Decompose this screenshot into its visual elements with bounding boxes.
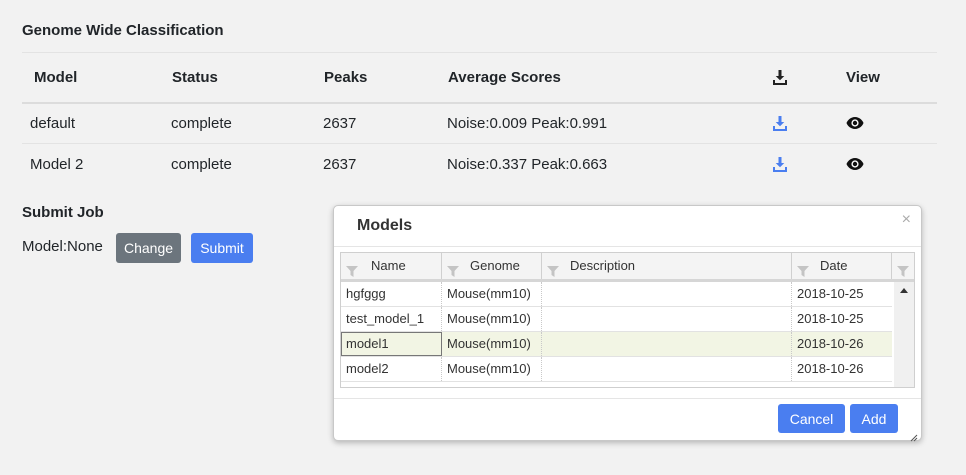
table-header-row: Model Status Peaks Average Scores View: [22, 52, 937, 103]
grid-row[interactable]: model2 Mouse(mm10) 2018-10-26: [341, 357, 892, 382]
grid-cell-genome[interactable]: Mouse(mm10): [442, 282, 542, 306]
grid-cell-name[interactable]: model1: [341, 332, 442, 356]
dialog-title: Models: [357, 217, 413, 234]
cell-average-scores: Noise:0.009 Peak:0.991: [447, 114, 608, 132]
grid-col-genome-label: Genome: [470, 258, 520, 273]
grid-cell-description[interactable]: [542, 307, 792, 331]
grid-row[interactable]: hgfggg Mouse(mm10) 2018-10-25: [341, 282, 892, 307]
eye-icon[interactable]: [846, 157, 936, 171]
grid-scrollbar[interactable]: [894, 282, 914, 387]
cell-model: default: [30, 114, 76, 132]
grid-cell-date[interactable]: 2018-10-25: [792, 307, 892, 331]
grid-body: hgfggg Mouse(mm10) 2018-10-25 test_model…: [341, 282, 892, 382]
download-icon[interactable]: [772, 115, 844, 132]
col-header-average-scores[interactable]: Average Scores: [447, 53, 771, 103]
col-header-peaks[interactable]: Peaks: [323, 53, 447, 103]
add-button[interactable]: Add: [850, 404, 898, 433]
change-button[interactable]: Change: [116, 233, 181, 263]
grid-cell-description[interactable]: [542, 332, 792, 356]
divider: [334, 398, 921, 399]
grid-cell-name[interactable]: test_model_1: [341, 307, 442, 331]
grid-col-name[interactable]: Name: [341, 253, 442, 279]
table-row: default complete 2637 Noise:0.009 Peak:0…: [22, 103, 937, 144]
col-header-model[interactable]: Model: [22, 53, 171, 103]
grid-row-selected[interactable]: model1 Mouse(mm10) 2018-10-26: [341, 332, 892, 357]
col-header-status[interactable]: Status: [171, 53, 323, 103]
grid-col-extra[interactable]: [892, 253, 914, 279]
grid-header: Name Genome Description Date: [341, 253, 914, 282]
grid-col-date[interactable]: Date: [792, 253, 892, 279]
grid-col-name-label: Name: [371, 258, 406, 273]
grid-cell-genome[interactable]: Mouse(mm10): [442, 307, 542, 331]
grid-col-genome[interactable]: Genome: [442, 253, 542, 279]
grid-col-date-label: Date: [820, 258, 848, 273]
cell-model: Model 2: [30, 155, 84, 173]
selected-model-label: Model:None: [22, 238, 103, 255]
grid-row[interactable]: test_model_1 Mouse(mm10) 2018-10-25: [341, 307, 892, 332]
cell-status: complete: [171, 155, 232, 173]
view-cell: [845, 103, 937, 144]
models-dialog: Models × Name Genome Description Date hg…: [333, 205, 922, 442]
download-cell: [771, 144, 845, 185]
grid-col-description-label: Description: [570, 258, 636, 273]
col-header-view: View: [846, 68, 880, 86]
grid-cell-name[interactable]: model2: [341, 357, 442, 381]
cell-peaks: 2637: [323, 114, 357, 132]
resize-grip-icon[interactable]: [910, 429, 918, 442]
grid-cell-genome[interactable]: Mouse(mm10): [442, 332, 542, 356]
grid-cell-description[interactable]: [542, 282, 792, 306]
grid-cell-description[interactable]: [542, 357, 792, 381]
cell-average-scores: Noise:0.337 Peak:0.663: [447, 155, 608, 173]
classification-table: Model Status Peaks Average Scores View d…: [22, 52, 937, 185]
table-row: Model 2 complete 2637 Noise:0.337 Peak:0…: [22, 144, 937, 185]
col-header-download: [771, 53, 845, 103]
models-grid: Name Genome Description Date hgfggg Mous…: [340, 252, 915, 388]
submit-job-title: Submit Job: [22, 204, 104, 221]
grid-cell-name[interactable]: hgfggg: [341, 282, 442, 306]
view-cell: [845, 144, 937, 185]
cancel-button[interactable]: Cancel: [778, 404, 845, 433]
grid-cell-date[interactable]: 2018-10-25: [792, 282, 892, 306]
submit-button[interactable]: Submit: [191, 233, 253, 263]
grid-cell-date[interactable]: 2018-10-26: [792, 332, 892, 356]
eye-icon[interactable]: [846, 116, 936, 130]
arrow-up-icon[interactable]: [900, 288, 908, 293]
close-icon[interactable]: ×: [902, 211, 911, 229]
download-cell: [771, 103, 845, 144]
divider: [334, 246, 921, 247]
cell-status: complete: [171, 114, 232, 132]
grid-cell-date[interactable]: 2018-10-26: [792, 357, 892, 381]
section-title: Genome Wide Classification: [22, 22, 224, 39]
grid-cell-genome[interactable]: Mouse(mm10): [442, 357, 542, 381]
download-icon[interactable]: [772, 156, 844, 173]
download-icon: [772, 69, 844, 86]
cell-peaks: 2637: [323, 155, 357, 173]
grid-col-description[interactable]: Description: [542, 253, 792, 279]
